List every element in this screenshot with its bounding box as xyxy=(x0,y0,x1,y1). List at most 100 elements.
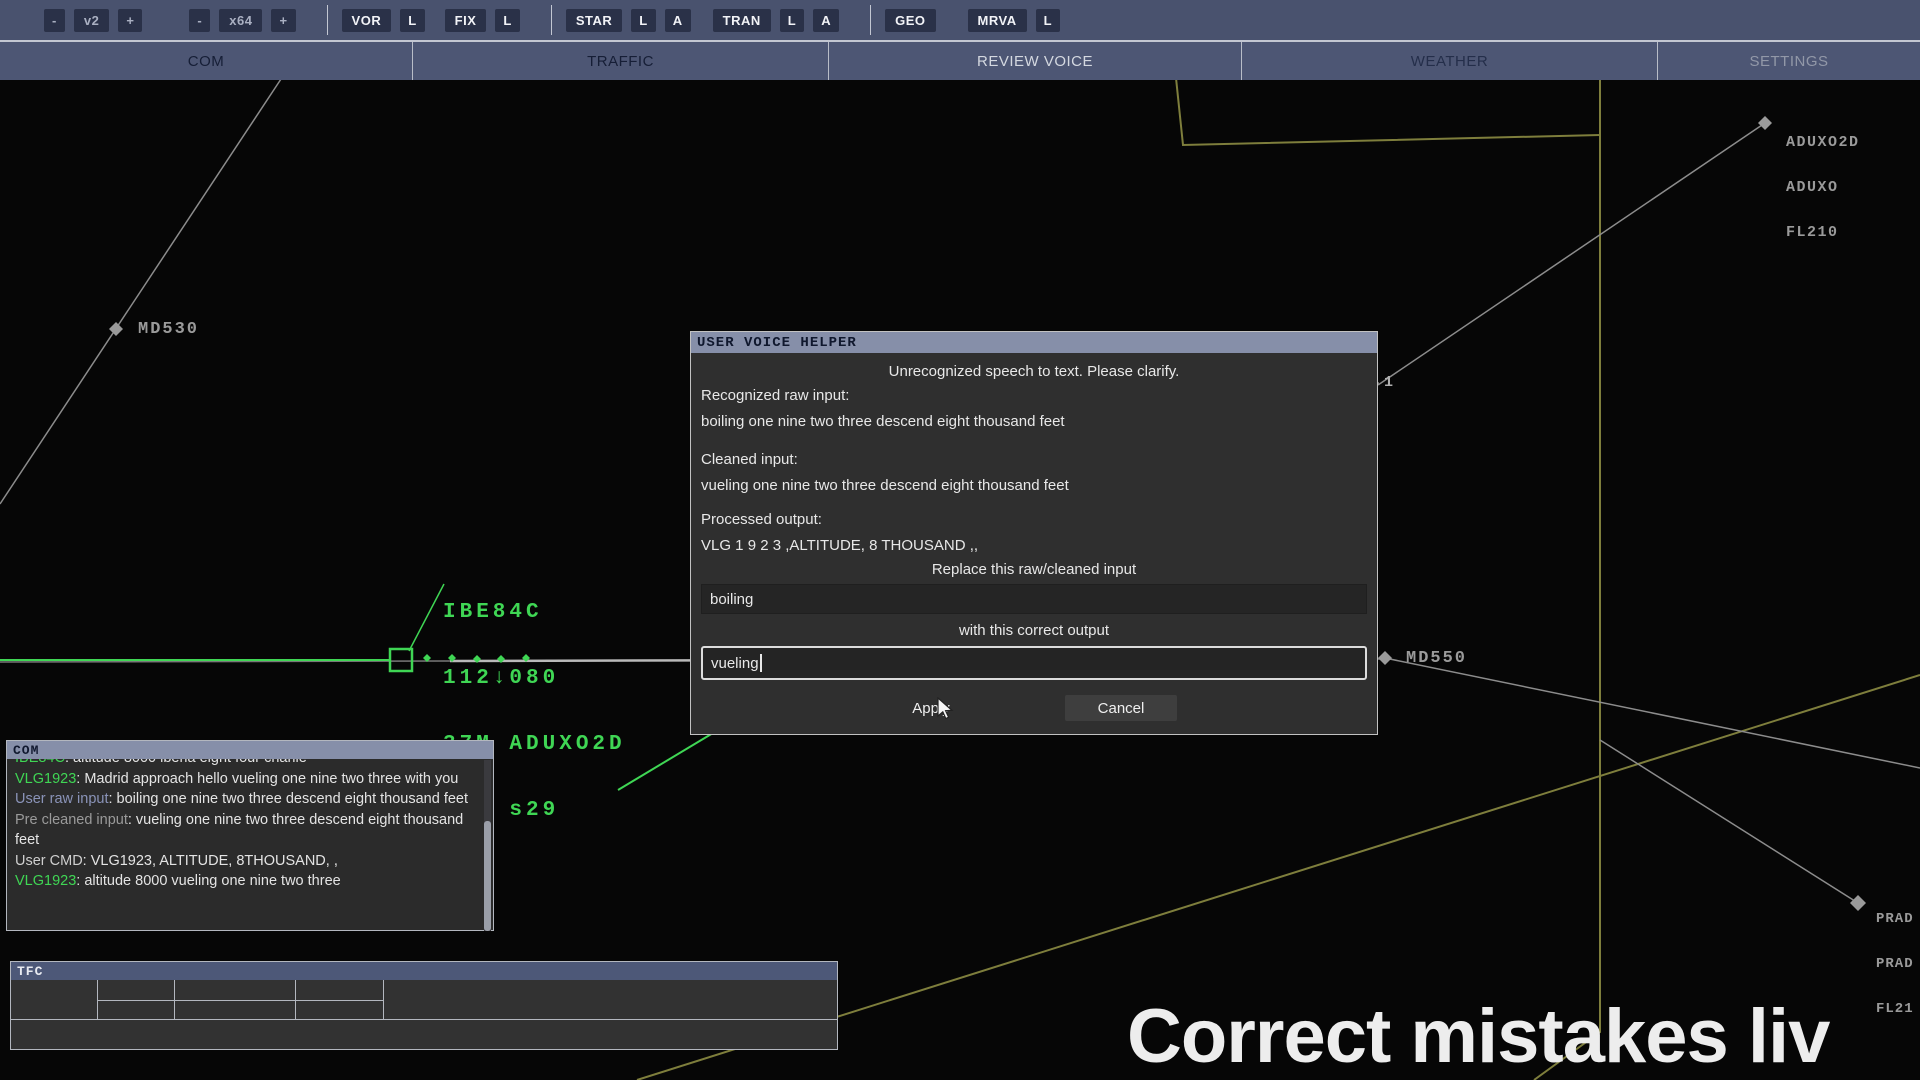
com-scrollbar-thumb[interactable] xyxy=(484,821,491,931)
toolbar-separator xyxy=(551,5,552,35)
waypoint-aduxo-line1: ADUXO2D xyxy=(1786,135,1860,150)
com-msg-prefix: IBE84C xyxy=(15,759,65,766)
vor-label-toggle[interactable]: L xyxy=(400,9,424,32)
star-tran-group: STAR L A TRAN L A xyxy=(566,9,848,32)
com-msg-text: : VLG1923, ALTITUDE, 8THOUSAND, , xyxy=(83,853,338,869)
waypoint-diamond-prad[interactable] xyxy=(1850,895,1866,911)
tran-button[interactable]: TRAN xyxy=(713,9,771,32)
replace-instruction-label: Replace this raw/cleaned input xyxy=(701,559,1367,581)
radar-screen: MD530 ADUXO2D ADUXO FL210 MD550 PRAD PRA… xyxy=(0,0,1920,1080)
waypoint-prad-line1: PRAD xyxy=(1876,912,1920,927)
com-message: User raw input: boiling one nine two thr… xyxy=(15,789,471,810)
tfc-panel: TFC xyxy=(10,961,838,1050)
star-a-toggle[interactable]: A xyxy=(665,9,691,32)
tran-a-toggle[interactable]: A xyxy=(813,9,839,32)
aircraft-callsign: IBE84C xyxy=(443,602,626,624)
tab-weather[interactable]: WEATHER xyxy=(1242,42,1658,80)
toolbar-separator xyxy=(870,5,871,35)
tab-traffic[interactable]: TRAFFIC xyxy=(413,42,829,80)
cleaned-input-value: vueling one nine two three descend eight… xyxy=(701,473,1367,499)
vor-button[interactable]: VOR xyxy=(342,9,392,32)
map-toolbar: - v2 + - x64 + VOR L FIX L STAR L A TRAN xyxy=(0,0,1920,40)
mrva-button[interactable]: MRVA xyxy=(968,9,1027,32)
waypoint-label-md530[interactable]: MD530 xyxy=(138,320,199,339)
waypoint-aduxo-line3: FL210 xyxy=(1786,225,1860,240)
tab-com[interactable]: COM xyxy=(0,42,413,80)
replace-input-field[interactable]: boiling xyxy=(701,584,1367,614)
processed-output-value: VLG 1 9 2 3 ,ALTITUDE, 8 THOUSAND ,, xyxy=(701,533,1367,559)
com-panel: COM IBE84C: altitude 8000 iberia eight f… xyxy=(6,740,494,931)
sector-boundary-top xyxy=(1176,78,1600,145)
airway-line-prad xyxy=(1600,740,1858,903)
cancel-button[interactable]: Cancel xyxy=(1065,695,1177,721)
fix-label-toggle[interactable]: L xyxy=(495,9,519,32)
user-voice-helper-dialog: USER VOICE HELPER Unrecognized speech to… xyxy=(690,331,1378,735)
text-caret xyxy=(760,654,762,672)
com-msg-prefix: VLG1923 xyxy=(15,771,76,787)
tfc-panel-title[interactable]: TFC xyxy=(11,962,837,980)
aircraft-target-symbol[interactable] xyxy=(390,649,412,671)
vor-fix-group: VOR L FIX L xyxy=(342,9,529,32)
tran-label-toggle[interactable]: L xyxy=(780,9,804,32)
replace-input-text: boiling xyxy=(710,591,753,608)
com-msg-prefix: User raw input xyxy=(15,791,108,807)
dialog-message: Unrecognized speech to text. Please clar… xyxy=(701,361,1367,383)
waypoint-label-md550[interactable]: MD550 xyxy=(1406,649,1467,668)
waypoint-prad-line3: FL21 xyxy=(1876,1002,1920,1017)
com-message-log[interactable]: IBE84C: altitude 8000 iberia eight four … xyxy=(7,759,493,932)
waypoint-label-aduxo[interactable]: ADUXO2D ADUXO FL210 xyxy=(1786,105,1860,270)
com-msg-text: : altitude 8000 iberia eight four charli… xyxy=(65,759,307,766)
apply-button[interactable]: Apply xyxy=(891,695,971,721)
cleaned-input-label: Cleaned input: xyxy=(701,447,1367,473)
tfc-grid-line xyxy=(97,1000,384,1001)
version-label-button[interactable]: v2 xyxy=(74,9,109,32)
zoom-version-group: - v2 + xyxy=(44,9,151,32)
airway-line-md530 xyxy=(0,76,283,504)
waypoint-label-partial[interactable]: 1 xyxy=(1384,374,1393,391)
tab-review-voice[interactable]: REVIEW VOICE xyxy=(829,42,1242,80)
waypoint-diamond-md550[interactable] xyxy=(1378,651,1392,665)
correct-output-field[interactable]: vueling xyxy=(701,646,1367,680)
route-segment-green xyxy=(618,730,718,790)
com-msg-text: : Madrid approach hello vueling one nine… xyxy=(76,771,458,787)
tfc-table[interactable] xyxy=(11,980,837,1050)
speed-plus-button[interactable]: + xyxy=(271,9,295,32)
speed-label-button[interactable]: x64 xyxy=(219,9,262,32)
tfc-grid-line xyxy=(11,1019,837,1020)
speed-minus-button[interactable]: - xyxy=(189,9,210,32)
com-msg-prefix: VLG1923 xyxy=(15,873,76,889)
com-msg-text: : altitude 8000 vueling one nine two thr… xyxy=(76,873,340,889)
waypoint-diamond-aduxo[interactable] xyxy=(1758,116,1772,130)
waypoint-prad-line2: PRAD xyxy=(1876,957,1920,972)
com-message: User CMD: VLG1923, ALTITUDE, 8THOUSAND, … xyxy=(15,851,471,872)
correct-output-text: vueling xyxy=(711,655,759,672)
com-message: VLG1923: altitude 8000 vueling one nine … xyxy=(15,871,471,892)
com-message: VLG1923: Madrid approach hello vueling o… xyxy=(15,769,471,790)
sector-boundary-vertical xyxy=(1534,64,1600,1080)
version-minus-button[interactable]: - xyxy=(44,9,65,32)
airway-line-md550 xyxy=(1385,658,1920,768)
com-message: IBE84C: altitude 8000 iberia eight four … xyxy=(15,759,471,769)
airway-line-aduxo xyxy=(1378,123,1765,385)
watermark-caption: Correct mistakes liv xyxy=(1127,993,1829,1080)
fix-button[interactable]: FIX xyxy=(445,9,487,32)
star-label-toggle[interactable]: L xyxy=(631,9,655,32)
speed-group: - x64 + xyxy=(189,9,304,32)
dialog-title-bar[interactable]: USER VOICE HELPER xyxy=(691,332,1377,353)
waypoint-label-prad[interactable]: PRAD PRAD FL21 xyxy=(1876,882,1920,1047)
waypoint-aduxo-line2: ADUXO xyxy=(1786,180,1860,195)
processed-output-label: Processed output: xyxy=(701,507,1367,533)
raw-input-value: boiling one nine two three descend eight… xyxy=(701,409,1367,435)
top-bar: - v2 + - x64 + VOR L FIX L STAR L A TRAN xyxy=(0,0,1920,78)
waypoint-diamond-md530[interactable] xyxy=(109,322,123,336)
mrva-label-toggle[interactable]: L xyxy=(1036,9,1060,32)
geo-button[interactable]: GEO xyxy=(885,9,935,32)
with-instruction-label: with this correct output xyxy=(701,620,1367,642)
star-button[interactable]: STAR xyxy=(566,9,622,32)
com-msg-prefix: User CMD xyxy=(15,853,83,869)
com-panel-title[interactable]: COM xyxy=(7,741,493,759)
com-msg-prefix: Pre cleaned input xyxy=(15,812,128,828)
tab-settings[interactable]: SETTINGS xyxy=(1658,42,1920,80)
version-plus-button[interactable]: + xyxy=(118,9,142,32)
raw-input-label: Recognized raw input: xyxy=(701,383,1367,409)
